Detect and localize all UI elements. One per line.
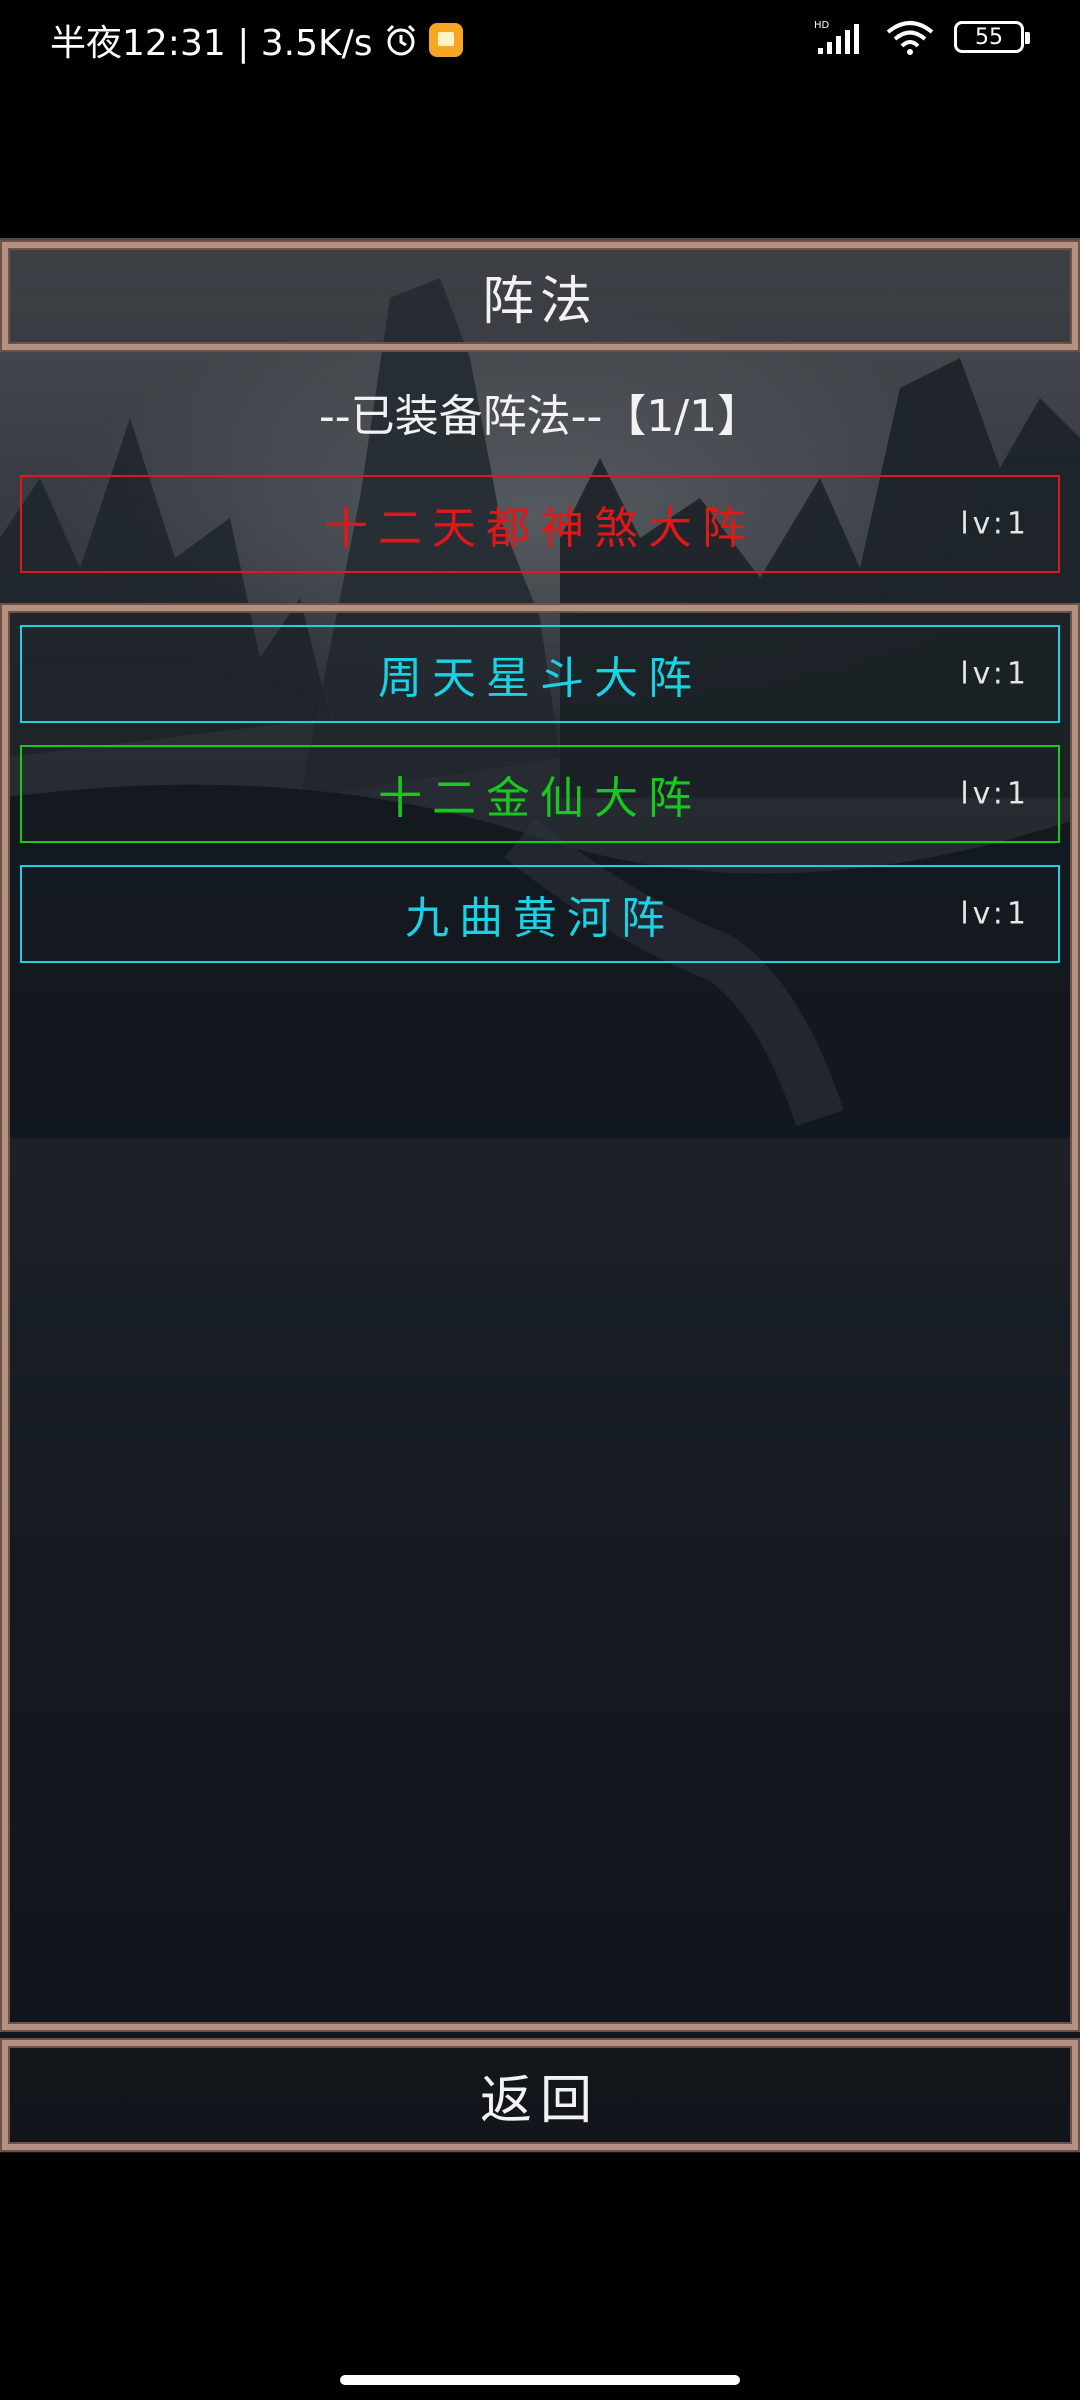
wifi-icon	[886, 21, 934, 55]
formation-level: lv:1	[960, 896, 1030, 932]
page-title: 阵法	[481, 271, 598, 332]
formation-name: 周天星斗大阵	[378, 653, 702, 704]
alarm-icon	[386, 24, 415, 56]
formation-item[interactable]: 周天星斗大阵 lv:1	[20, 625, 1060, 723]
svg-text:HD: HD	[814, 20, 830, 31]
status-bar: 半夜12:31 | 3.5K/s HD 55	[0, 0, 1080, 80]
equipped-header: --已装备阵法--【1/1】	[318, 391, 762, 442]
formation-name: 十二天都神煞大阵	[324, 503, 756, 554]
home-indicator[interactable]	[340, 2375, 740, 2385]
battery-icon: 55	[954, 21, 1030, 53]
status-right: HD 55	[814, 18, 1030, 56]
battery-level: 55	[975, 24, 1003, 50]
formation-level: lv:1	[960, 776, 1030, 812]
notification-icon	[428, 23, 463, 57]
formation-level: lv:1	[960, 506, 1030, 542]
status-time-speed: 半夜12:31 | 3.5K/s	[50, 23, 373, 64]
formation-item[interactable]: 九曲黄河阵 lv:1	[20, 865, 1060, 963]
formation-name: 十二金仙大阵	[378, 773, 702, 824]
formation-item[interactable]: 十二金仙大阵 lv:1	[20, 745, 1060, 843]
equipped-formation-item[interactable]: 十二天都神煞大阵 lv:1	[20, 475, 1060, 573]
formation-level: lv:1	[960, 656, 1030, 692]
formation-name: 九曲黄河阵	[405, 893, 675, 944]
hd-signal-icon: HD	[814, 20, 859, 54]
back-button-label: 返回	[479, 2070, 600, 2131]
title-bar: 阵法	[2, 242, 1078, 350]
status-left: 半夜12:31 | 3.5K/s	[50, 14, 463, 66]
back-button[interactable]: 返回	[2, 2040, 1078, 2150]
